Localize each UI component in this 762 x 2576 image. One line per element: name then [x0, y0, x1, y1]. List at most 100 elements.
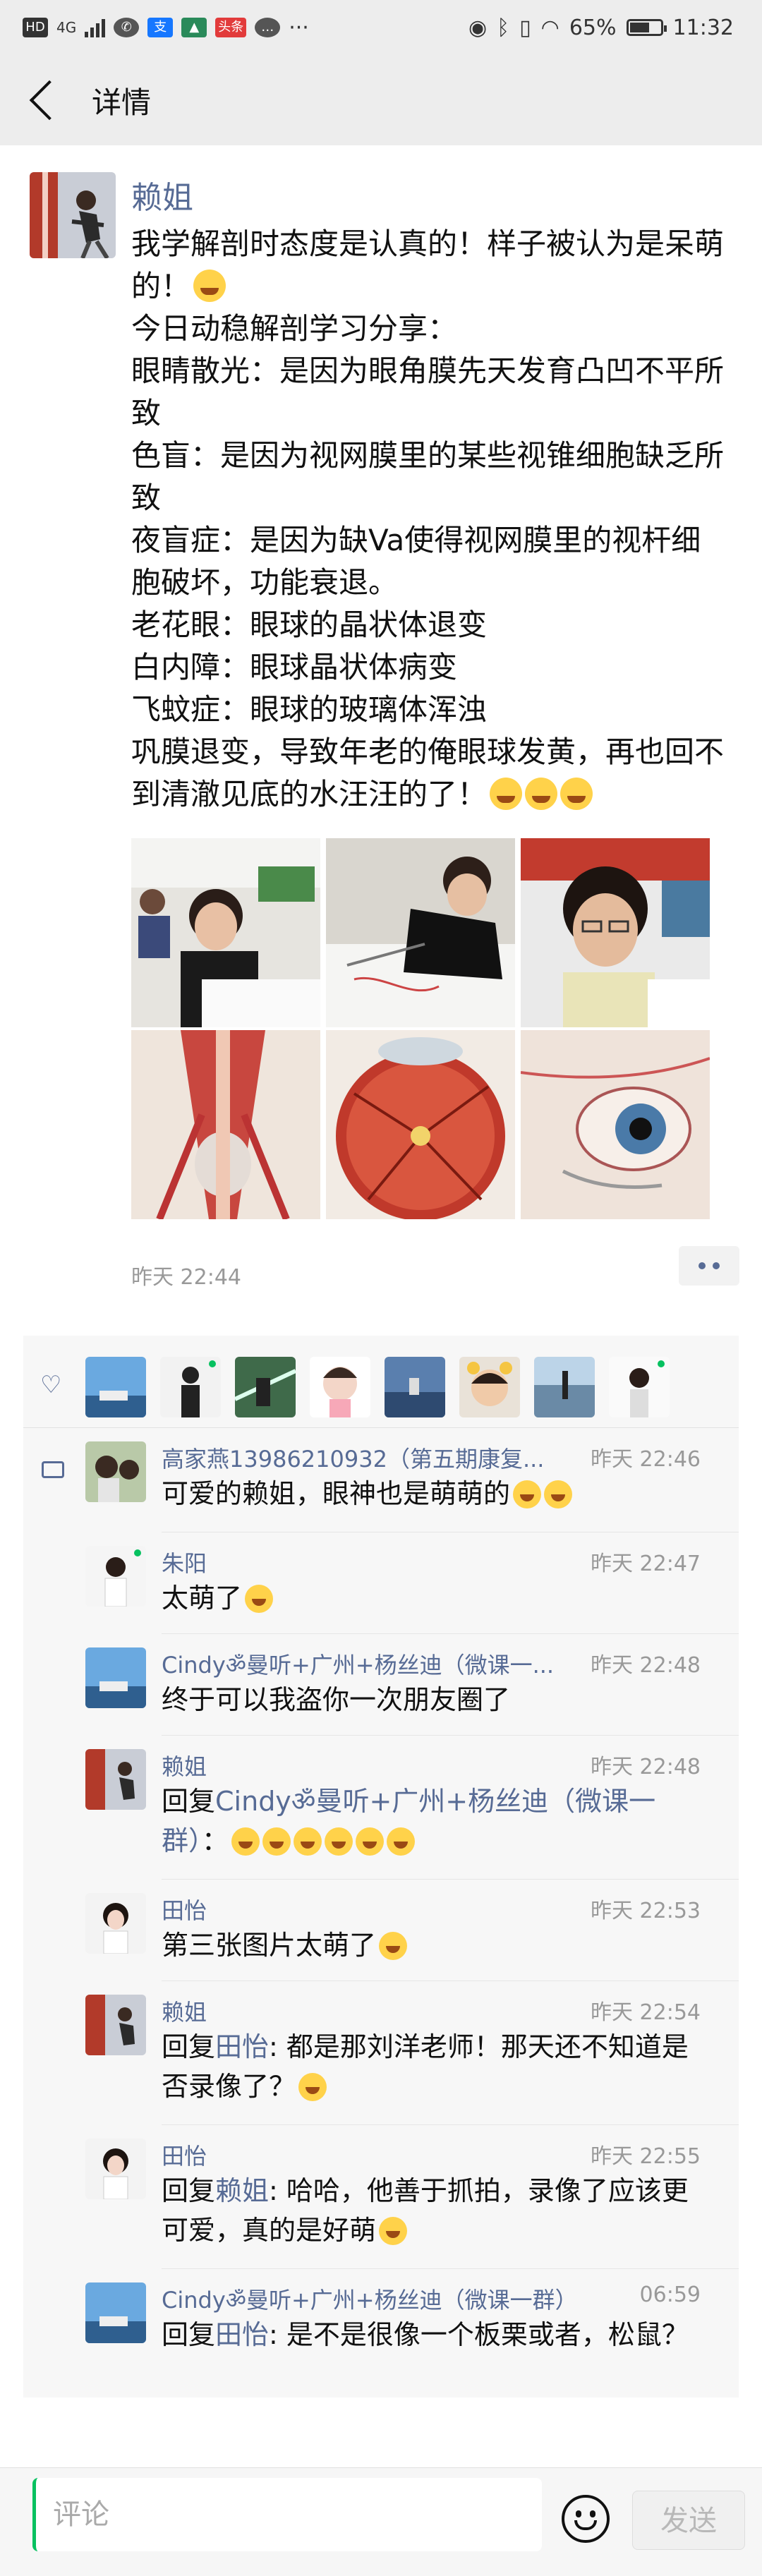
more-actions-button[interactable]: [679, 1246, 739, 1286]
commenter-avatar[interactable]: [85, 1995, 146, 2055]
comment-divider: [162, 2124, 739, 2125]
commenter-avatar[interactable]: [85, 2282, 146, 2343]
comment-item: 赖姐 昨天 22:48 回复Cindyॐ曼听+广州+杨丝迪（微课一群）：: [23, 1749, 739, 1883]
commenter-name[interactable]: 赖姐: [162, 1749, 585, 1782]
author-name[interactable]: 赖姐: [131, 172, 193, 217]
like-avatar[interactable]: [459, 1357, 520, 1417]
grin-emoji-icon: [544, 1480, 573, 1508]
photo-eye-anatomy-1[interactable]: [131, 1030, 320, 1219]
post-line: 飞蚊症：眼球的玻璃体浑浊: [131, 692, 488, 727]
laugh-cry-emoji-icon: [193, 270, 226, 302]
commenter-name[interactable]: Cindyॐ曼听+广州+杨丝迪（微课一群）: [162, 2282, 585, 2315]
post-line: 色盲：是因为视网膜里的某些视锥细胞缺乏所致: [131, 438, 725, 515]
post-line: 白内障：眼球晶状体病变: [131, 650, 458, 684]
hd-icon: HD: [23, 18, 48, 37]
network-type: 4G: [56, 19, 77, 36]
reply-target-link[interactable]: 田怡: [215, 2031, 269, 2062]
like-avatar[interactable]: [235, 1357, 296, 1417]
comment-text: 回复田怡: 是不是很像一个板栗或者，松鼠？: [162, 2319, 689, 2350]
status-bar: HD 4G ✆ 支 ▲ 头条 … ··· ◉ ᛒ ▯ ◠ 65% 11:32: [0, 0, 762, 55]
comment-item: 高家燕13986210932（第五期康复... 昨天 22:46 可爱的赖姐，眼…: [23, 1441, 739, 1533]
like-avatar[interactable]: [385, 1357, 445, 1417]
commenter-avatar[interactable]: [85, 1647, 146, 1708]
clapping-emoji-icon: [325, 1827, 353, 1856]
photo-classroom-3[interactable]: [521, 838, 710, 1027]
commenter-name[interactable]: 田怡: [162, 1893, 585, 1925]
clapping-emoji-icon: [231, 1827, 260, 1856]
comment-divider: [162, 1735, 739, 1736]
grin-emoji-icon: [245, 1585, 274, 1613]
comment-input[interactable]: 评论: [32, 2478, 542, 2551]
laugh-cry-emoji-icon: [298, 2073, 327, 2101]
likes-row: ♡: [23, 1336, 739, 1428]
comment-divider: [162, 1633, 739, 1634]
comment-text: 回复赖姐: 哈哈，他善于抓拍，录像了应该更可爱，真的是好萌: [162, 2175, 689, 2246]
post-line: 老花眼：眼球的晶状体退变: [131, 607, 488, 642]
photo-classroom-2[interactable]: [326, 838, 515, 1027]
like-avatar[interactable]: [85, 1357, 146, 1417]
smile-emoji-icon: [379, 2217, 408, 2245]
heart-icon: ♡: [40, 1371, 62, 1399]
comment-text: 太萌了: [162, 1578, 698, 1618]
reply-target-link[interactable]: 田怡: [215, 2319, 269, 2350]
battery-icon: [626, 19, 667, 36]
commenter-name[interactable]: 高家燕13986210932（第五期康复...: [162, 1441, 585, 1474]
like-avatar[interactable]: [534, 1357, 595, 1417]
commenter-avatar[interactable]: [85, 1546, 146, 1607]
comment-time: 昨天 22:47: [591, 1552, 701, 1576]
commenter-avatar[interactable]: [85, 1441, 146, 1502]
comment-text: 回复Cindyॐ曼听+广州+杨丝迪（微课一群）：: [162, 1786, 656, 1856]
toutiao-icon: 头条: [215, 18, 247, 37]
post-line: 眼睛散光：是因为眼角膜先天发育凸凹不平所致: [131, 353, 725, 430]
laugh-cry-emoji-icon: [560, 778, 593, 810]
comment-text: 可爱的赖姐，眼神也是萌萌的: [162, 1474, 698, 1513]
comment-time: 昨天 22:55: [591, 2144, 701, 2169]
like-avatar[interactable]: [609, 1357, 670, 1417]
photo-eye-anatomy-3[interactable]: [521, 1030, 710, 1219]
post-line: 今日动稳解剖学习分享：: [131, 311, 458, 346]
like-avatar[interactable]: [160, 1357, 221, 1417]
comment-item: Cindyॐ曼听+广州+杨丝迪（微课一群） 06:59 回复田怡: 是不是很像一…: [23, 2282, 739, 2395]
reply-target-link[interactable]: 赖姐: [215, 2175, 269, 2206]
photo-eye-anatomy-2[interactable]: [326, 1030, 515, 1219]
back-arrow-icon[interactable]: [29, 80, 70, 121]
commenter-name[interactable]: 朱阳: [162, 1546, 585, 1578]
alipay-icon: 支: [147, 18, 174, 37]
author-avatar[interactable]: [30, 172, 116, 258]
post-line: 夜盲症：是因为缺Va使得视网膜里的视杆细胞破坏，功能衰退。: [131, 523, 701, 600]
photo-grid: [131, 838, 711, 1219]
signal-icon: [85, 18, 106, 37]
comment-item: 赖姐 昨天 22:54 回复田怡: 都是那刘洋老师！那天还不知道是否录像了？: [23, 1995, 739, 2129]
laugh-cry-emoji-icon: [490, 778, 523, 810]
comment-divider: [162, 2268, 739, 2269]
clapping-emoji-icon: [356, 1827, 385, 1856]
comment-time: 昨天 22:54: [591, 2000, 701, 2025]
commenter-name[interactable]: 赖姐: [162, 1995, 585, 2027]
comment-item: 朱阳 昨天 22:47 太萌了: [23, 1546, 739, 1638]
grin-emoji-icon: [513, 1480, 542, 1508]
post-line: 巩膜退变，导致年老的俺眼球发黄，再也回不到清澈见底的水汪汪的了！: [131, 734, 725, 811]
nav-bar: 详情: [0, 55, 762, 145]
post-timestamp: 昨天 22:44: [131, 1265, 241, 1290]
comment-text: 回复田怡: 都是那刘洋老师！那天还不知道是否录像了？: [162, 2031, 689, 2102]
commenter-name[interactable]: 田怡: [162, 2139, 585, 2171]
commenter-avatar[interactable]: [85, 1749, 146, 1810]
interaction-panel: ♡ 高家燕13986210932（第五期康复... 昨天 22:46 可爱的赖姐…: [23, 1336, 739, 2397]
comment-item: 田怡 昨天 22:55 回复赖姐: 哈哈，他善于抓拍，录像了应该更可爱，真的是好…: [23, 2139, 739, 2273]
clock: 11:32: [672, 15, 734, 40]
battery-percent: 65%: [569, 15, 617, 40]
commenter-avatar[interactable]: [85, 2139, 146, 2199]
photo-classroom-1[interactable]: [131, 838, 320, 1027]
like-avatar[interactable]: [310, 1357, 370, 1417]
emoji-picker-icon[interactable]: [562, 2495, 610, 2543]
commenter-avatar[interactable]: [85, 1893, 146, 1954]
commenter-name[interactable]: Cindyॐ曼听+广州+杨丝迪（微课一...: [162, 1647, 585, 1680]
clapping-emoji-icon: [294, 1827, 322, 1856]
photo-app-icon: ▲: [181, 18, 207, 37]
bluetooth-icon: ᛒ: [497, 15, 510, 40]
comment-time: 06:59: [639, 2282, 701, 2307]
send-button[interactable]: 发送: [632, 2491, 745, 2550]
comment-time: 昨天 22:48: [591, 1653, 701, 1678]
page-title: 详情: [92, 85, 152, 120]
comment-time: 昨天 22:48: [591, 1755, 701, 1779]
